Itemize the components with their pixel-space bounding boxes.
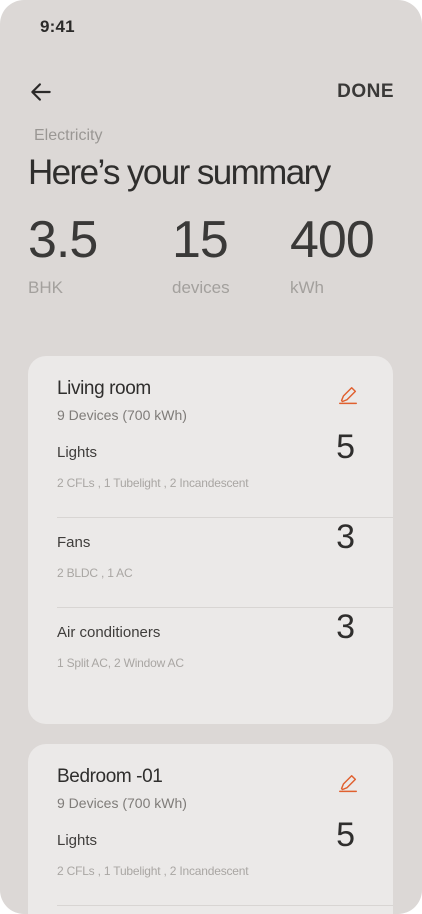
device-count: 3	[336, 608, 355, 646]
divider	[57, 905, 393, 906]
device-count: 3	[336, 518, 355, 556]
back-arrow-icon[interactable]	[28, 79, 54, 105]
stat-energy: 400 kWh	[290, 210, 375, 298]
stat-devices: 15 devices	[172, 210, 230, 298]
device-count: 5	[336, 428, 355, 466]
stat-value: 15	[172, 211, 229, 269]
phone-screen: 9:41 DONE Electricity Here’s your summar…	[0, 0, 422, 914]
device-row-lights[interactable]: Lights 5 2 CFLs , 1 Tubelight , 2 Incand…	[57, 816, 393, 906]
device-name: Air conditioners	[57, 624, 161, 641]
stat-value: 3.5	[28, 211, 98, 269]
edit-pencil-icon[interactable]	[337, 773, 359, 795]
room-card-living-room: Living room 9 Devices (700 kWh) Lights 5…	[28, 356, 393, 724]
category-label: Electricity	[34, 127, 103, 144]
device-row-lights[interactable]: Lights 5 2 CFLs , 1 Tubelight , 2 Incand…	[57, 428, 393, 518]
device-name: Fans	[57, 534, 91, 551]
room-name: Bedroom -01	[57, 766, 163, 787]
done-button[interactable]: DONE	[337, 81, 394, 103]
device-detail: 2 BLDC , 1 AC	[57, 566, 133, 580]
edit-pencil-icon[interactable]	[337, 385, 359, 407]
stat-value: 400	[290, 211, 375, 269]
device-count: 5	[336, 816, 355, 854]
device-name: Lights	[57, 444, 98, 461]
device-detail: 1 Split AC, 2 Window AC	[57, 656, 184, 670]
stat-label: BHK	[28, 278, 63, 297]
stat-label: devices	[172, 278, 230, 297]
device-detail: 2 CFLs , 1 Tubelight , 2 Incandescent	[57, 864, 249, 878]
device-detail: 2 CFLs , 1 Tubelight , 2 Incandescent	[57, 476, 249, 490]
status-time: 9:41	[40, 17, 75, 36]
page-title: Here’s your summary	[28, 153, 331, 192]
room-card-bedroom-01: Bedroom -01 9 Devices (700 kWh) Lights 5…	[28, 744, 393, 914]
room-subtitle: 9 Devices (700 kWh)	[57, 407, 187, 423]
stat-label: kWh	[290, 278, 324, 297]
room-subtitle: 9 Devices (700 kWh)	[57, 795, 187, 811]
device-row-air-conditioners[interactable]: Air conditioners 3 1 Split AC, 2 Window …	[57, 608, 367, 698]
stat-bhk: 3.5 BHK	[28, 210, 98, 298]
device-name: Lights	[57, 832, 98, 849]
device-row-fans[interactable]: Fans 3 2 BLDC , 1 AC	[57, 518, 393, 608]
room-name: Living room	[57, 378, 151, 399]
